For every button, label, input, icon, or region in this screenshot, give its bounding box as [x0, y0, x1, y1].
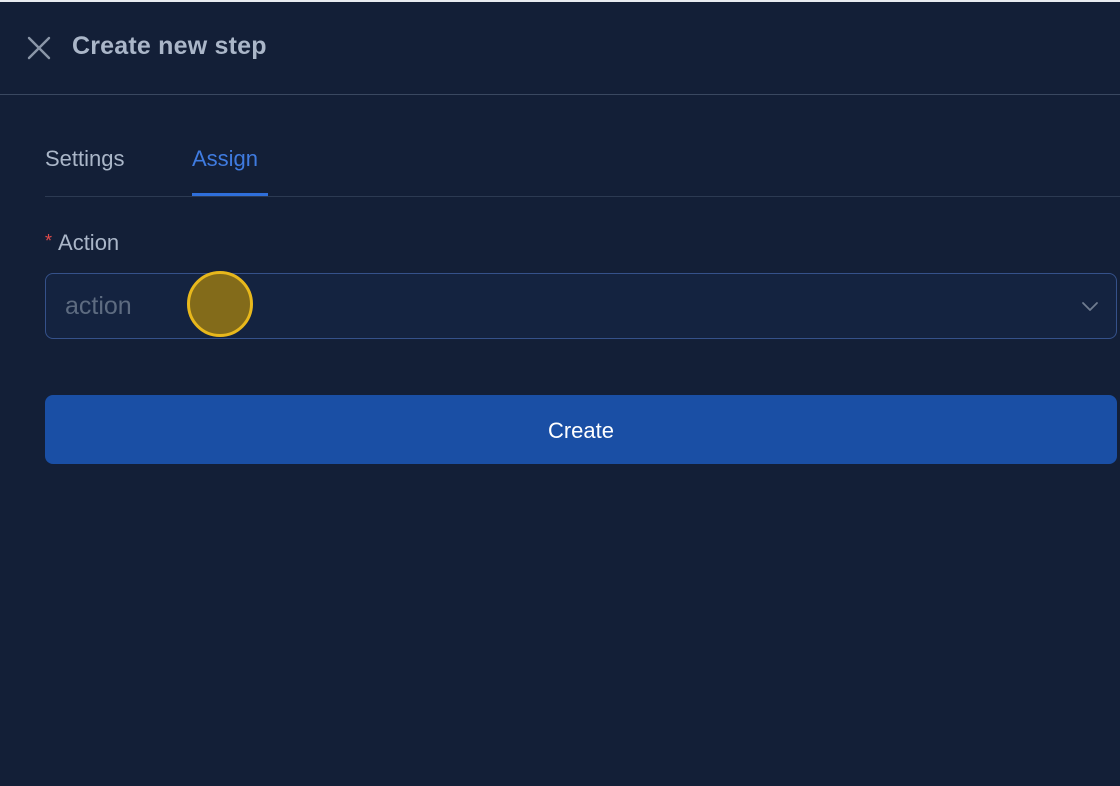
- create-step-panel: Create new step Settings Assign * Action …: [0, 0, 1120, 786]
- panel-header: Create new step: [0, 2, 1120, 95]
- close-button[interactable]: [26, 35, 52, 61]
- create-button[interactable]: Create: [45, 395, 1117, 464]
- cursor-highlight: [187, 271, 253, 337]
- page-title: Create new step: [72, 32, 267, 60]
- chevron-down-icon: [1082, 302, 1098, 311]
- close-icon: [27, 36, 51, 60]
- active-tab-indicator: [192, 193, 268, 196]
- tab-bar: Settings Assign: [45, 132, 1120, 197]
- required-mark: *: [45, 231, 53, 251]
- action-label-text: Action: [58, 230, 120, 255]
- tab-assign[interactable]: Assign: [192, 146, 258, 194]
- action-select-placeholder: action: [65, 292, 132, 320]
- action-field-label: * Action: [45, 230, 119, 256]
- tab-settings[interactable]: Settings: [45, 146, 125, 194]
